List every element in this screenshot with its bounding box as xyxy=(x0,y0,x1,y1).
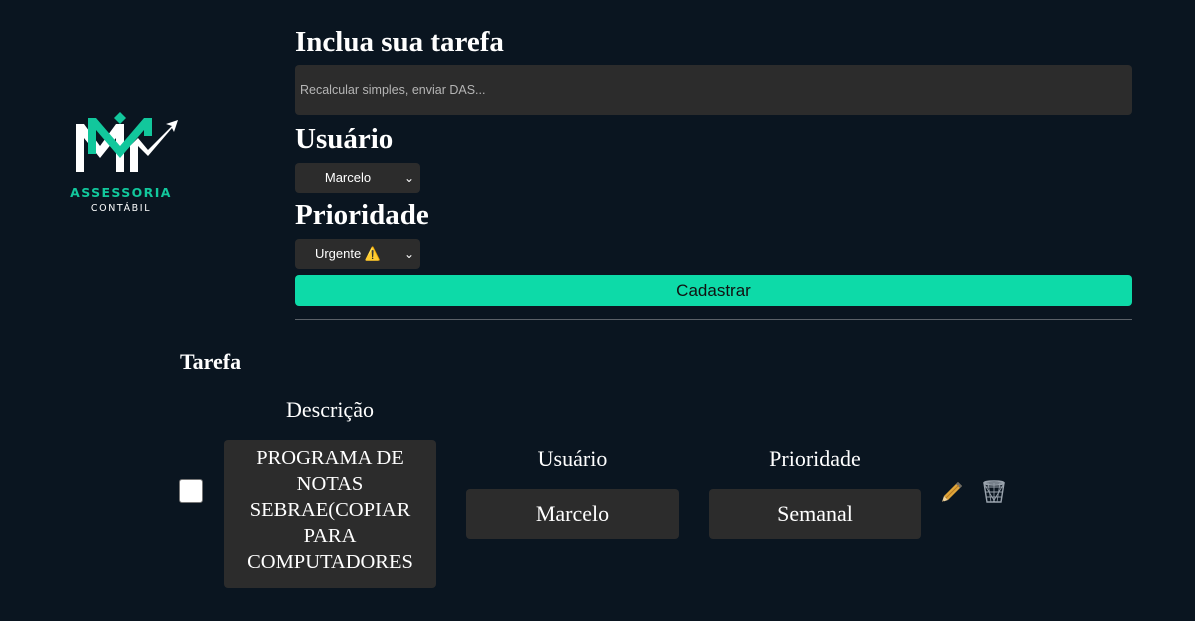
mm-logo-icon xyxy=(76,112,178,172)
trash-icon[interactable] xyxy=(981,479,1007,505)
priority-select-text: Urgente xyxy=(314,246,362,261)
submit-button[interactable]: Cadastrar xyxy=(295,275,1132,306)
new-task-form: Inclua sua tarefa Usuário Marcelo ⌄ Prio… xyxy=(295,24,1132,320)
priority-header: Prioridade xyxy=(769,446,861,471)
user-label: Usuário xyxy=(295,123,394,155)
chevron-down-icon: ⌄ xyxy=(403,247,414,261)
user-header: Usuário xyxy=(537,446,608,471)
task-label: Inclua sua tarefa xyxy=(295,26,504,58)
pencil-icon[interactable] xyxy=(939,479,965,505)
task-list-title: Tarefa xyxy=(180,349,242,374)
company-logo: ASSESSORIA CONTÁBIL xyxy=(64,112,178,216)
task-description: PROGRAMA DE NOTAS SEBRAE(COPIAR PARA COM… xyxy=(224,440,436,588)
logo-subtitle: CONTÁBIL xyxy=(90,203,152,214)
task-priority: Semanal xyxy=(709,489,921,539)
description-header: Descrição xyxy=(286,397,374,422)
priority-select-value: Urgente ⚠️ xyxy=(295,239,401,269)
task-checkbox[interactable] xyxy=(179,479,203,503)
priority-select[interactable]: Urgente ⚠️ ⌄ xyxy=(295,239,420,269)
priority-label: Prioridade xyxy=(295,199,429,231)
divider xyxy=(295,319,1132,320)
logo-title: ASSESSORIA xyxy=(70,185,172,200)
task-user: Marcelo xyxy=(466,489,679,539)
warning-icon: ⚠️ xyxy=(364,246,382,261)
chevron-down-icon: ⌄ xyxy=(403,171,414,185)
user-select-value: Marcelo xyxy=(324,170,372,185)
user-select[interactable]: Marcelo ⌄ xyxy=(295,163,420,193)
task-input[interactable] xyxy=(295,65,1132,115)
